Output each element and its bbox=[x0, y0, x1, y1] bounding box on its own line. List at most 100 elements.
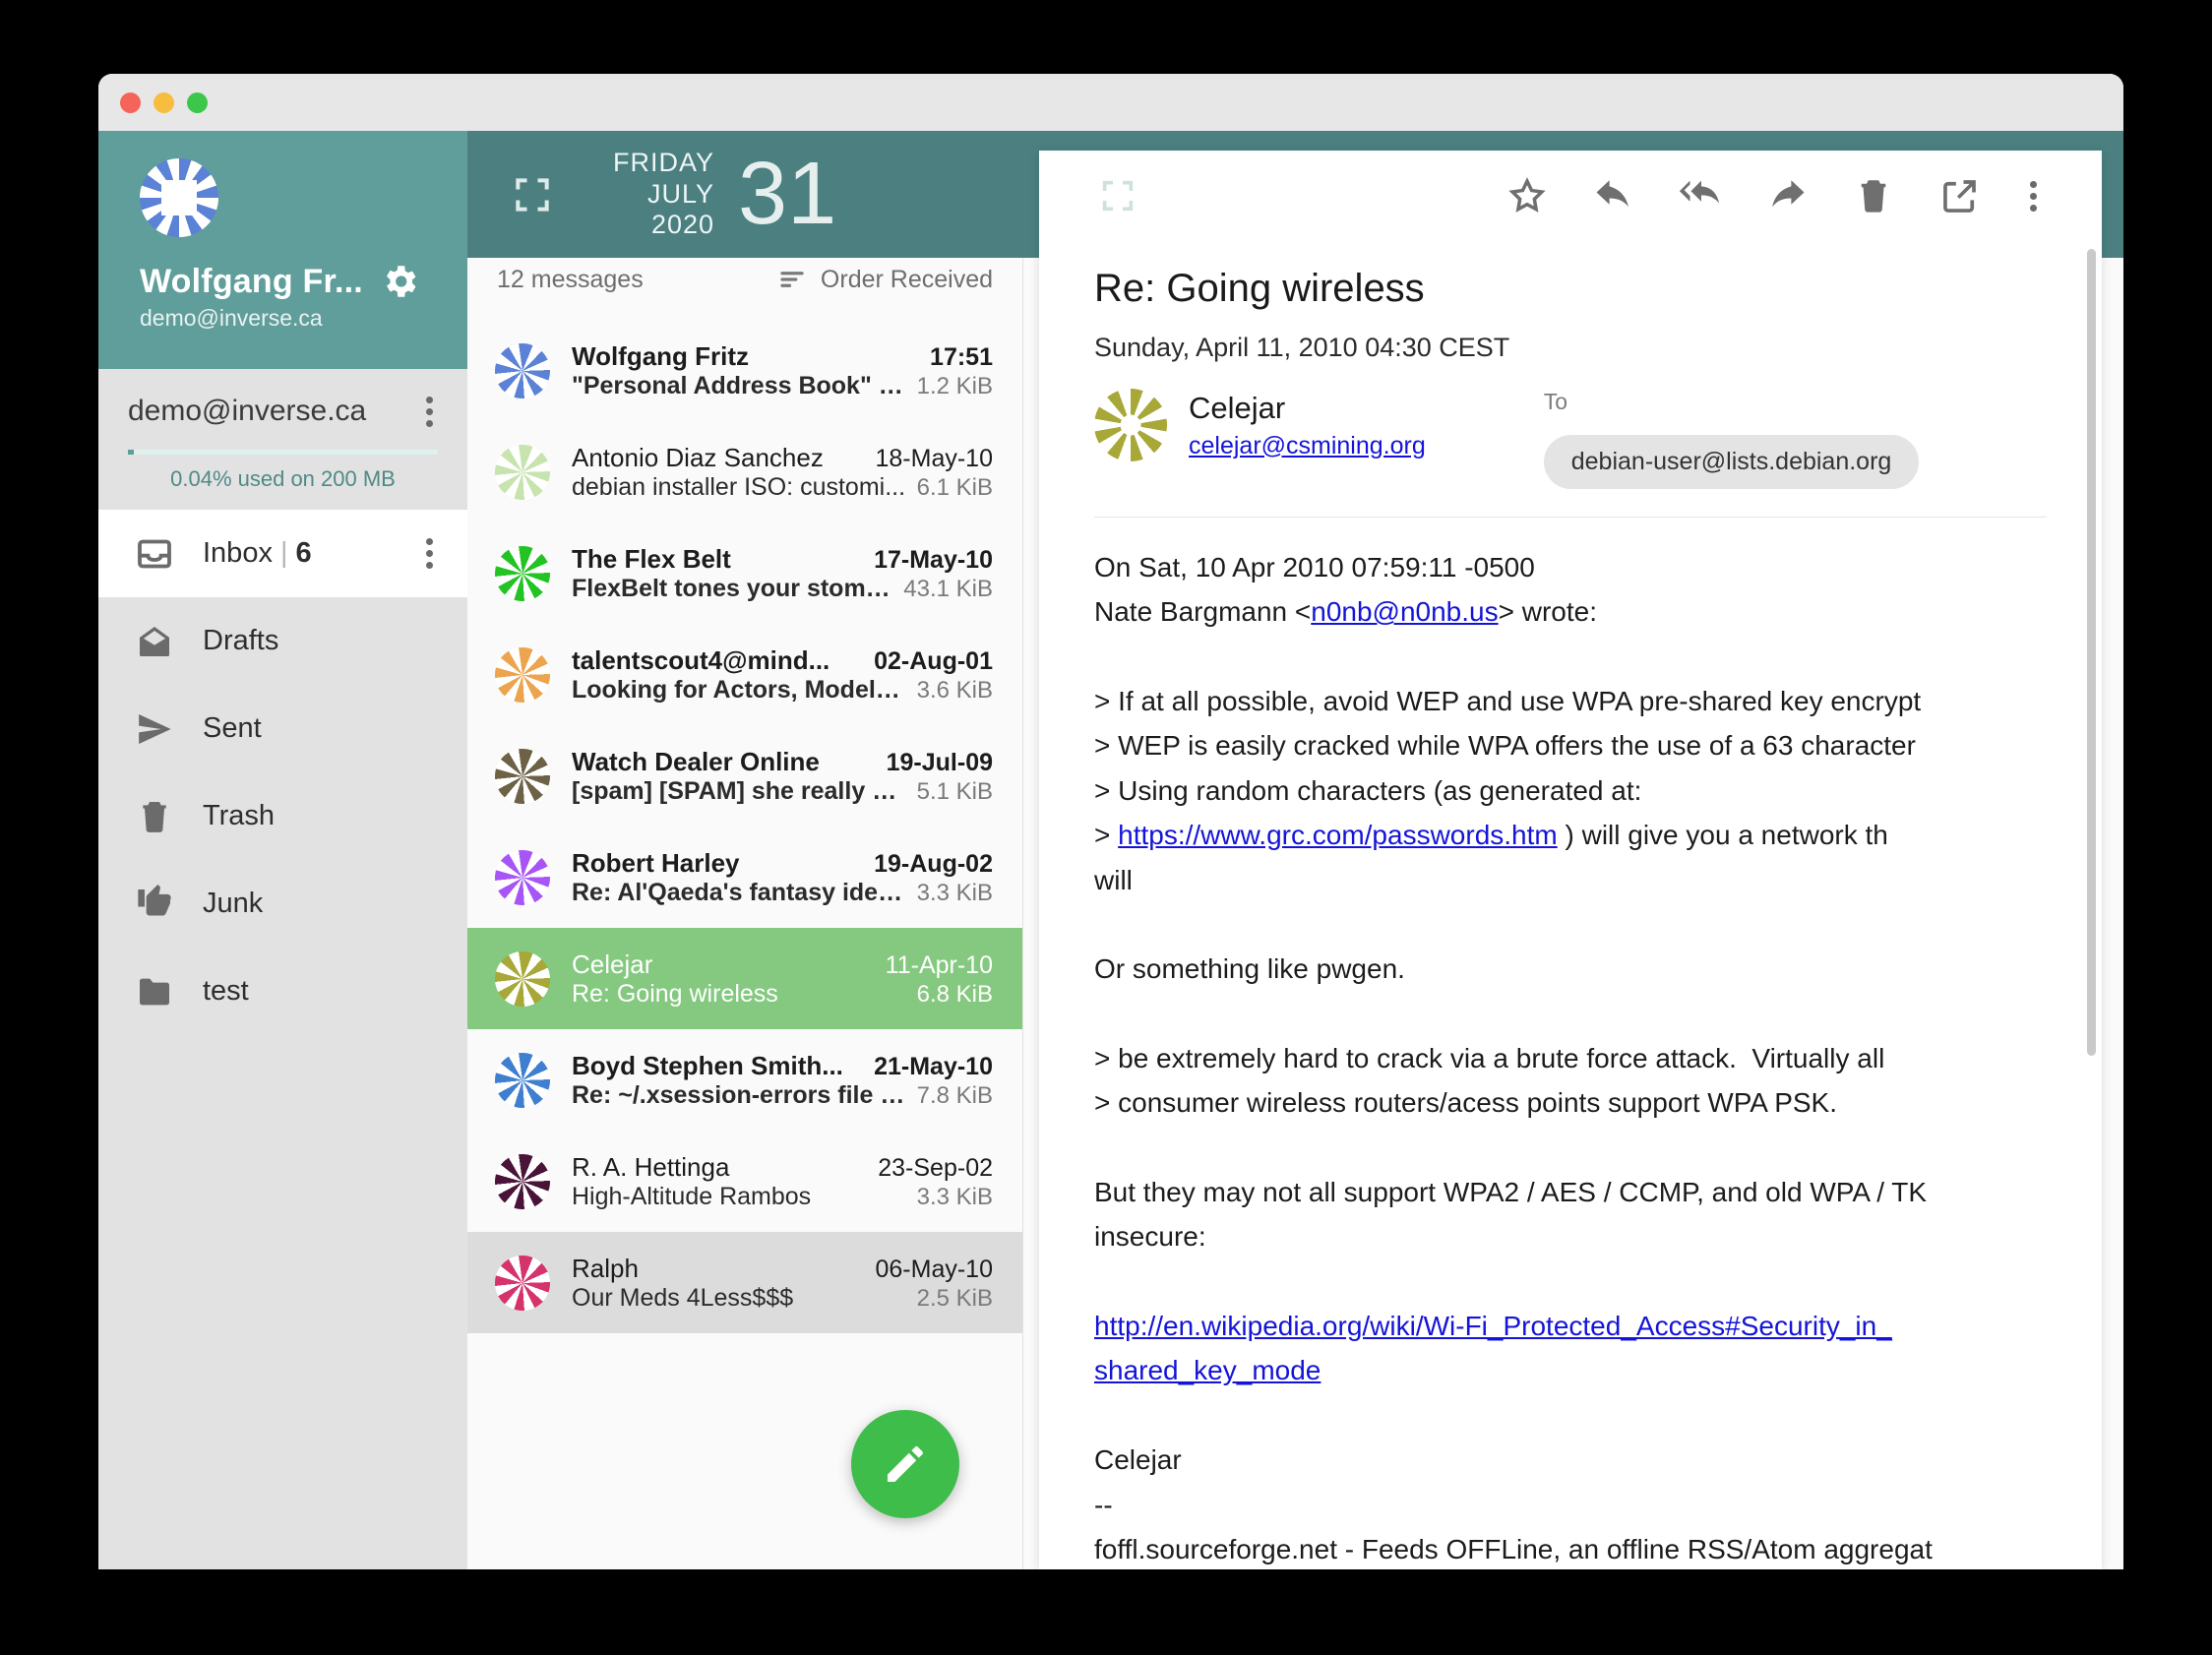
minimize-window-button[interactable] bbox=[154, 92, 174, 113]
reading-pane: Re: Going wireless Sunday, April 11, 201… bbox=[1039, 151, 2102, 1569]
email-body-line: > consumer wireless routers/acess points… bbox=[1094, 1087, 1838, 1119]
quota-progress-bar bbox=[128, 450, 438, 455]
email-body-line: > be extremely hard to crack via a brute… bbox=[1094, 1042, 1885, 1073]
avatar bbox=[495, 1255, 550, 1311]
message-row[interactable]: Antonio Diaz Sanchez 18-May-10 debian inst… bbox=[467, 421, 1022, 522]
message-subject: Re: Going wireless bbox=[572, 979, 778, 1008]
scrollbar[interactable] bbox=[2087, 249, 2096, 1056]
sidebar-item-label: test bbox=[203, 975, 249, 1007]
email-body-line: foffl.sourceforge.net - Feeds OFFLine, a… bbox=[1094, 1533, 1933, 1564]
email-body-line: Celejar bbox=[1094, 1444, 1182, 1476]
sender-name: Celejar bbox=[1189, 390, 1286, 425]
message-row[interactable]: Celejar 11-Apr-10 Re: Going wireless 6.8 Ki… bbox=[467, 928, 1022, 1029]
message-size: 43.1 KiB bbox=[903, 575, 993, 602]
sidebar-item-label: Inbox bbox=[203, 537, 273, 569]
kebab-menu-icon[interactable] bbox=[416, 396, 442, 427]
email-body-line: Nate Bargmann <n0nb@n0nb.us> wrote: bbox=[1094, 596, 1597, 628]
avatar bbox=[140, 158, 218, 237]
compose-button[interactable] bbox=[851, 1410, 959, 1518]
message-row[interactable]: Boyd Stephen Smith... 21-May-10 Re: ~/.xse… bbox=[467, 1029, 1022, 1131]
message-subject: High-Altitude Rambos bbox=[572, 1182, 812, 1210]
sort-order-label: Order Received bbox=[820, 265, 993, 293]
sidebar-item-label: Junk bbox=[203, 888, 264, 919]
avatar bbox=[495, 342, 550, 398]
email-body-line: -- bbox=[1094, 1489, 1113, 1520]
message-size: 6.8 KiB bbox=[916, 980, 993, 1008]
message-subject: "Personal Address Book" has... bbox=[572, 371, 907, 399]
email-body-link[interactable]: n0nb@n0nb.us bbox=[1311, 596, 1498, 627]
email-recipients: To debian-user@lists.debian.org bbox=[1543, 389, 1920, 489]
date-month: JULY bbox=[646, 178, 715, 209]
email-body-line: On Sat, 10 Apr 2010 07:59:11 -0500 bbox=[1094, 552, 1535, 582]
message-size: 3.3 KiB bbox=[916, 1183, 993, 1210]
sidebar-item-inbox[interactable]: Inbox | 6 bbox=[98, 510, 467, 597]
inbox-icon bbox=[128, 534, 181, 574]
email-body-link[interactable]: https://www.grc.com/passwords.htm bbox=[1118, 820, 1558, 850]
sender-email[interactable]: celejar@csmining.org bbox=[1189, 432, 1426, 460]
junk-icon bbox=[128, 884, 181, 924]
email-body-line: > If at all possible, avoid WEP and use … bbox=[1094, 686, 1922, 717]
reply-icon[interactable] bbox=[1570, 175, 1657, 216]
email-body-line bbox=[1094, 992, 2047, 1036]
email-body-line: will bbox=[1094, 864, 1133, 895]
gear-icon[interactable] bbox=[379, 261, 420, 302]
trash-icon[interactable] bbox=[1830, 175, 1917, 216]
account-summary: demo@inverse.ca 0.04% used on 200 MB bbox=[98, 369, 467, 510]
kebab-menu-icon[interactable] bbox=[416, 538, 442, 569]
kebab-menu-icon[interactable] bbox=[2003, 180, 2062, 212]
message-size: 2.5 KiB bbox=[916, 1284, 993, 1312]
close-window-button[interactable] bbox=[120, 92, 141, 113]
sidebar-item-sent[interactable]: Sent bbox=[98, 685, 467, 772]
current-date-display: FRIDAY JULY 2020 31 bbox=[613, 148, 836, 242]
message-sender: Watch Dealer Online bbox=[572, 746, 820, 776]
sort-order-button[interactable]: Order Received bbox=[777, 265, 993, 294]
message-row[interactable]: Wolfgang Fritz 17:51 "Personal Address Boo… bbox=[467, 320, 1022, 421]
message-size: 5.1 KiB bbox=[916, 777, 993, 805]
message-row[interactable]: talentscout4@mind... 02-Aug-01 Looking for… bbox=[467, 624, 1022, 725]
sent-icon bbox=[128, 709, 181, 749]
sidebar-item-label: Trash bbox=[203, 800, 276, 831]
drafts-icon bbox=[128, 622, 181, 661]
message-sender: Boyd Stephen Smith... bbox=[572, 1050, 843, 1080]
message-sender: Antonio Diaz Sanchez bbox=[572, 442, 824, 472]
message-row[interactable]: Ralph 06-May-10 Our Meds 4Less$$$ 2.5 KiB bbox=[467, 1232, 1022, 1333]
message-date: 23-Sep-02 bbox=[878, 1153, 993, 1182]
message-sender: Robert Harley bbox=[572, 847, 740, 878]
email-body-link[interactable]: http://en.wikipedia.org/wiki/Wi-Fi_Prote… bbox=[1094, 1311, 1892, 1385]
message-date: 19-Aug-02 bbox=[874, 849, 993, 878]
expand-icon[interactable] bbox=[1088, 176, 1147, 215]
message-row[interactable]: R. A. Hettinga 23-Sep-02 High-Altitude Ram… bbox=[467, 1131, 1022, 1232]
recipient-chip[interactable]: debian-user@lists.debian.org bbox=[1543, 435, 1920, 489]
message-sender: Celejar bbox=[572, 949, 653, 979]
email-body-line bbox=[1094, 1126, 2047, 1170]
message-date: 17:51 bbox=[930, 342, 993, 371]
message-date: 21-May-10 bbox=[874, 1052, 993, 1080]
message-count: 12 messages bbox=[497, 265, 644, 293]
expand-icon[interactable] bbox=[511, 173, 570, 216]
email-body-line bbox=[1094, 635, 2047, 679]
star-icon[interactable] bbox=[1484, 175, 1570, 216]
email-body-line: > Using random characters (as generated … bbox=[1094, 774, 1642, 806]
message-sender: The Flex Belt bbox=[572, 543, 731, 574]
email-body-line bbox=[1094, 1393, 2047, 1438]
to-label: To bbox=[1543, 389, 1568, 414]
open-external-icon[interactable] bbox=[1917, 175, 2003, 216]
email-body-line: > https://www.grc.com/passwords.htm ) wi… bbox=[1094, 820, 1888, 851]
message-row[interactable]: Robert Harley 19-Aug-02 Re: Al'Qaeda's fan… bbox=[467, 827, 1022, 928]
avatar bbox=[495, 950, 550, 1007]
sidebar-item-trash[interactable]: Trash bbox=[98, 772, 467, 860]
message-size: 7.8 KiB bbox=[916, 1081, 993, 1109]
sidebar-item-test[interactable]: test bbox=[98, 948, 467, 1035]
email-sender: Celejar celejar@csmining.org bbox=[1094, 389, 1426, 461]
message-row[interactable]: The Flex Belt 17-May-10 FlexBelt tones you… bbox=[467, 522, 1022, 624]
reply-all-icon[interactable] bbox=[1657, 173, 1744, 218]
message-subject: Our Meds 4Less$$$ bbox=[572, 1283, 794, 1312]
maximize-window-button[interactable] bbox=[187, 92, 208, 113]
email-body-line bbox=[1094, 902, 2047, 947]
reader-toolbar bbox=[1039, 151, 2102, 241]
forward-icon[interactable] bbox=[1744, 175, 1830, 216]
avatar bbox=[1094, 389, 1167, 461]
message-row[interactable]: Watch Dealer Online 19-Jul-09 [spam] [SPAM… bbox=[467, 725, 1022, 827]
sidebar-item-drafts[interactable]: Drafts bbox=[98, 597, 467, 685]
sidebar-item-junk[interactable]: Junk bbox=[98, 860, 467, 948]
